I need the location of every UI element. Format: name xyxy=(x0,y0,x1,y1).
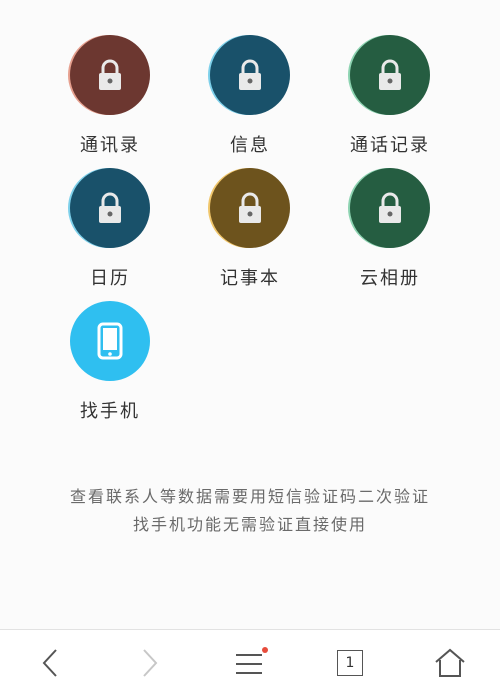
forward-icon xyxy=(143,649,158,677)
app-tile-find-phone[interactable]: 找手机 xyxy=(50,301,170,423)
menu-button[interactable] xyxy=(220,630,280,696)
app-icon-circle xyxy=(70,168,150,248)
home-button[interactable] xyxy=(420,630,480,696)
app-label: 日历 xyxy=(90,268,130,289)
app-label: 通话记录 xyxy=(350,135,430,156)
home-icon xyxy=(435,648,465,677)
tabs-button[interactable]: 1 xyxy=(320,630,380,696)
app-tile-notepad[interactable]: 记事本 xyxy=(190,168,310,290)
app-tile-contacts[interactable]: 通讯录 xyxy=(50,35,170,157)
app-tile-messages[interactable]: 信息 xyxy=(190,35,310,157)
app-tile-call-log[interactable]: 通话记录 xyxy=(330,35,450,157)
app-tile-calendar[interactable]: 日历 xyxy=(50,168,170,290)
info-text: 查看联系人等数据需要用短信验证码二次验证 找手机功能无需验证直接使用 xyxy=(0,483,500,539)
info-line-1: 查看联系人等数据需要用短信验证码二次验证 xyxy=(69,487,430,506)
app-label: 记事本 xyxy=(220,268,280,289)
app-icon-circle xyxy=(210,35,290,115)
app-icon-circle xyxy=(70,301,150,381)
menu-icon xyxy=(236,654,262,674)
padlock-icon xyxy=(99,192,121,223)
app-icon-circle xyxy=(210,168,290,248)
padlock-icon xyxy=(99,59,121,90)
tabs-count: 1 xyxy=(345,655,355,671)
app-icon-circle xyxy=(70,35,150,115)
padlock-icon xyxy=(379,59,401,90)
app-label: 信息 xyxy=(230,135,270,156)
app-tile-cloud-album[interactable]: 云相册 xyxy=(330,168,450,290)
app-label: 云相册 xyxy=(360,268,420,289)
padlock-icon xyxy=(239,59,261,90)
padlock-icon xyxy=(379,192,401,223)
tabs-icon: 1 xyxy=(337,650,363,676)
notification-dot xyxy=(262,647,268,653)
app-label: 通讯录 xyxy=(80,135,140,156)
browser-toolbar: 1 xyxy=(0,629,500,696)
padlock-icon xyxy=(239,192,261,223)
forward-button[interactable] xyxy=(120,630,180,696)
phone-icon xyxy=(97,322,123,360)
app-label: 找手机 xyxy=(80,401,140,422)
back-icon xyxy=(42,649,57,677)
info-line-2: 找手机功能无需验证直接使用 xyxy=(132,515,367,534)
app-icon-circle xyxy=(350,168,430,248)
back-button[interactable] xyxy=(20,630,80,696)
app-icon-circle xyxy=(350,35,430,115)
